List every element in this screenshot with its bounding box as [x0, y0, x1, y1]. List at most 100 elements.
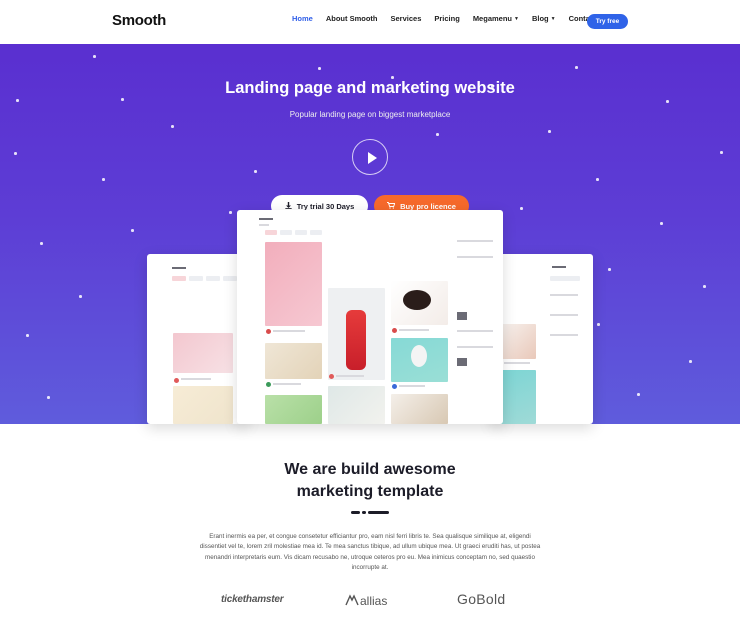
- star: [40, 242, 43, 245]
- star: [720, 151, 723, 154]
- nav-item-about[interactable]: About Smooth: [326, 14, 378, 23]
- preview-line: [273, 330, 305, 332]
- preview-chip: [265, 230, 277, 235]
- star: [47, 396, 50, 399]
- preview-chip: [550, 276, 580, 281]
- star: [14, 152, 17, 155]
- brand-logo-allias: allias: [345, 594, 387, 608]
- preview-image: [328, 386, 385, 424]
- section-paragraph: Erant inermis ea per, et congue consetet…: [199, 533, 541, 571]
- preview-chip: [206, 276, 220, 281]
- star: [254, 170, 257, 173]
- star: [16, 99, 19, 102]
- avatar: [392, 328, 397, 333]
- nav-item-services[interactable]: Services: [391, 14, 422, 23]
- preview-image: [391, 394, 448, 424]
- nav-item-blog[interactable]: Blog ▼: [532, 14, 556, 23]
- nav-item-pricing[interactable]: Pricing: [434, 14, 459, 23]
- star: [436, 133, 439, 136]
- star: [597, 323, 600, 326]
- preview-image: [265, 395, 322, 424]
- star: [575, 66, 578, 69]
- logo[interactable]: Smooth: [112, 12, 166, 29]
- chevron-down-icon: ▼: [550, 16, 556, 22]
- preview-line: [457, 346, 493, 348]
- app-preview-left: [147, 254, 247, 424]
- divider-segment: [362, 511, 366, 514]
- preview-line: [457, 256, 493, 258]
- chevron-down-icon: ▼: [514, 16, 519, 22]
- preview-line: [172, 267, 186, 269]
- preview-image: [403, 290, 431, 310]
- navbar: Smooth Home About Smooth Services Pricin…: [0, 0, 740, 44]
- star: [229, 211, 232, 214]
- nav-item-blog-label: Blog: [531, 14, 549, 23]
- play-icon: [368, 152, 377, 164]
- app-preview-right: [492, 254, 593, 424]
- star: [102, 178, 105, 181]
- star: [689, 360, 692, 363]
- avatar: [174, 378, 179, 383]
- allias-mark-icon: [345, 594, 359, 606]
- preview-image: [346, 310, 366, 370]
- play-video-button[interactable]: [352, 139, 388, 175]
- preview-line: [457, 330, 493, 332]
- star: [637, 393, 640, 396]
- app-preview-center: [237, 210, 503, 424]
- preview-line: [550, 334, 578, 336]
- divider-segment: [368, 511, 389, 514]
- star: [608, 268, 611, 271]
- section-title-line-2: marketing template: [296, 483, 444, 500]
- hero-title: Landing page and marketing website: [225, 79, 515, 97]
- nav-item-home[interactable]: Home: [292, 14, 313, 23]
- preview-chip: [310, 230, 322, 235]
- section-title: We are build awesome marketing template: [0, 459, 740, 503]
- preview-line: [457, 240, 493, 242]
- star: [318, 67, 321, 70]
- avatar: [329, 374, 334, 379]
- preview-line: [399, 385, 425, 387]
- star: [121, 98, 124, 101]
- star: [171, 125, 174, 128]
- preview-line: [550, 294, 578, 296]
- preview-chip: [295, 230, 307, 235]
- section-title-line-1: We are build awesome: [284, 461, 456, 478]
- preview-line: [259, 224, 269, 226]
- brand-allias-label: allias: [360, 594, 388, 608]
- preview-line: [273, 383, 301, 385]
- divider-segment: [351, 511, 360, 514]
- preview-line: [550, 314, 578, 316]
- star: [548, 130, 551, 133]
- preview-chip: [189, 276, 203, 281]
- preview-image: [173, 386, 233, 424]
- nav-item-megamenu-label: Megamenu: [472, 14, 512, 23]
- preview-image: [500, 370, 536, 424]
- hero-subtitle: Popular landing page on biggest marketpl…: [289, 110, 451, 119]
- nav-item-megamenu[interactable]: Megamenu ▼: [473, 14, 519, 23]
- avatar: [266, 329, 271, 334]
- preview-chip: [280, 230, 292, 235]
- preview-line: [181, 378, 211, 380]
- brand-logo-gobold: GoBold: [457, 591, 506, 607]
- preview-line: [336, 375, 364, 377]
- preview-image: [265, 242, 322, 326]
- brand-logo-tickethamster: tickethamster: [221, 594, 284, 605]
- star: [131, 229, 134, 232]
- preview-image: [265, 343, 322, 379]
- star: [520, 207, 523, 210]
- preview-chip: [172, 276, 186, 281]
- preview-line: [399, 329, 429, 331]
- star: [703, 285, 706, 288]
- avatar: [266, 382, 271, 387]
- try-free-button[interactable]: Try free: [587, 14, 628, 29]
- avatar: [392, 384, 397, 389]
- preview-line: [259, 218, 273, 220]
- star: [79, 295, 82, 298]
- main-menu: Home About Smooth Services Pricing Megam…: [292, 14, 610, 23]
- preview-line: [552, 266, 566, 268]
- star: [596, 178, 599, 181]
- star: [26, 334, 29, 337]
- preview-chip: [223, 276, 237, 281]
- preview-image: [500, 324, 536, 359]
- preview-line: [504, 362, 530, 364]
